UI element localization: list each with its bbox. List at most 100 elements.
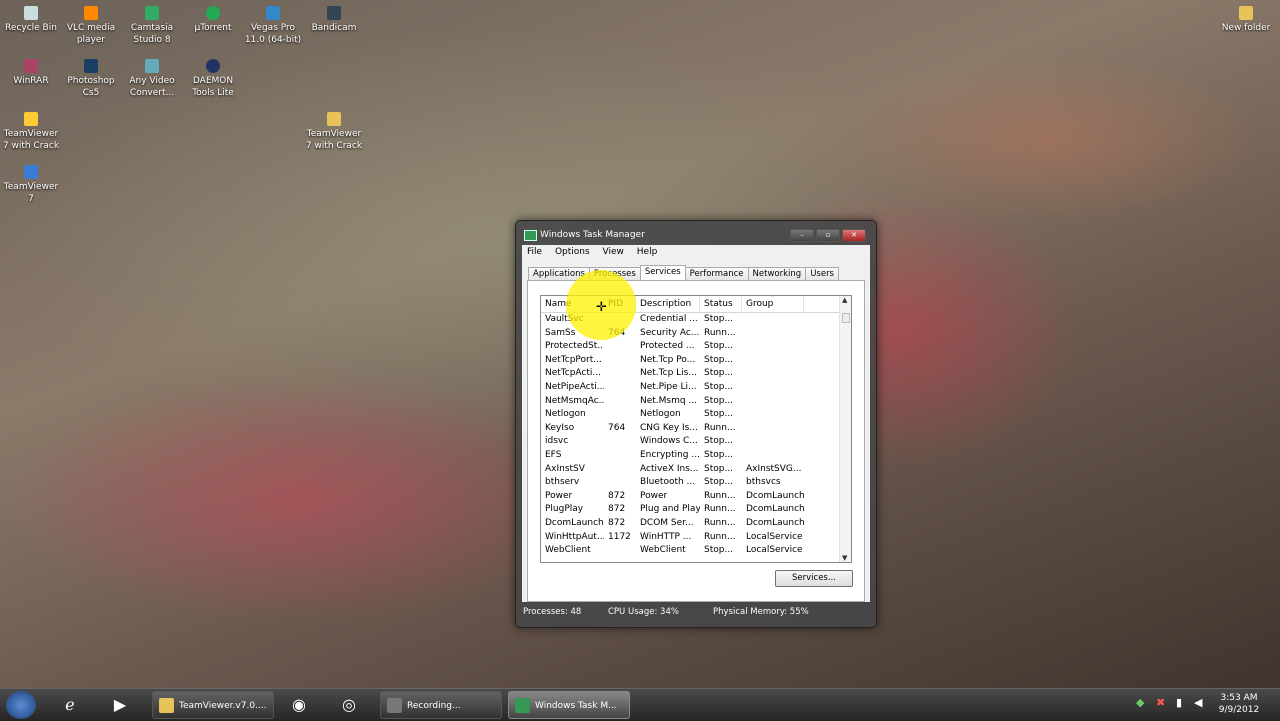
scroll-down-icon[interactable]: ▼: [842, 554, 847, 562]
menu-options[interactable]: Options: [550, 245, 595, 259]
task-manager-window: Windows Task Manager – ▫ ✕ File Options …: [515, 220, 877, 628]
menu-help[interactable]: Help: [632, 245, 663, 259]
cell-status: Stop...: [704, 436, 734, 447]
table-row[interactable]: WinHttpAut... 1172 WinHTTP ... Runn... Local…: [541, 531, 839, 545]
table-row[interactable]: AxInstSV ActiveX Ins... Stop... AxInstSVG..…: [541, 463, 839, 477]
media-player-icon[interactable]: ▶: [108, 694, 132, 716]
firefox-icon[interactable]: ◉: [287, 694, 311, 716]
desktop-icon-label: µTorrent: [194, 23, 232, 33]
desktop-icon-recycle-bin[interactable]: Recycle Bin: [0, 2, 62, 34]
table-row[interactable]: VaultSvc Credential ... Stop...: [541, 313, 839, 327]
tab-strip: Applications Processes Services Performance…: [528, 265, 839, 282]
desktop-icon-teamviewer-crack[interactable]: TeamViewer 7 with Crack: [0, 108, 62, 152]
taskbar-button-recording[interactable]: Recording...: [380, 691, 502, 719]
cell-description: Encrypting ...: [640, 449, 700, 460]
tray-volume-icon[interactable]: ◀: [1194, 696, 1202, 709]
cell-description: Security Ac...: [640, 327, 700, 338]
column-header-name[interactable]: Name: [541, 296, 604, 312]
tray-network-icon[interactable]: ▮: [1176, 696, 1182, 709]
table-row[interactable]: PlugPlay 872 Plug and Play Runn... DcomLaunc…: [541, 503, 839, 517]
desktop-icon-label: Vegas Pro 11.0 (64-bit): [244, 23, 302, 45]
clock[interactable]: 3:53 AM 9/9/2012: [1216, 692, 1262, 716]
cell-name: KeyIso: [545, 422, 575, 433]
table-row[interactable]: SamSs 764 Security Ac... Runn...: [541, 327, 839, 341]
menu-view[interactable]: View: [598, 245, 629, 259]
table-row[interactable]: NetTcpActi... Net.Tcp Lis... Stop...: [541, 367, 839, 381]
cell-status: Stop...: [704, 314, 734, 324]
desktop-icon-teamviewer[interactable]: TeamViewer 7: [0, 161, 62, 205]
cell-name: Netlogon: [545, 409, 586, 420]
table-row[interactable]: DcomLaunch 872 DCOM Ser... Runn... DcomLaunc…: [541, 517, 839, 531]
start-button[interactable]: [6, 691, 36, 719]
minimize-button[interactable]: –: [790, 229, 814, 242]
table-row[interactable]: ProtectedSt... Protected ... Stop...: [541, 340, 839, 354]
taskbar-button-task-manager[interactable]: Windows Task M...: [508, 691, 630, 719]
taskbar-button-teamviewer-folder[interactable]: TeamViewer.v7.0....: [152, 691, 274, 719]
cell-group: DcomLaunch: [746, 517, 804, 528]
services-list[interactable]: Name PID Description Status Group ˄ Vaul…: [540, 295, 852, 563]
desktop-icon-winrar[interactable]: WinRAR: [0, 55, 62, 87]
cell-status: Stop...: [704, 463, 734, 474]
column-header-pid[interactable]: PID: [604, 296, 636, 312]
close-button[interactable]: ✕: [842, 229, 866, 242]
menu-file[interactable]: File: [522, 245, 547, 259]
cell-name: PlugPlay: [545, 504, 584, 515]
cell-status: Stop...: [704, 449, 734, 460]
desktop-icon-video-converter[interactable]: Any Video Convert...: [121, 55, 183, 99]
title-bar[interactable]: Windows Task Manager – ▫ ✕: [522, 227, 870, 243]
desktop-icon-daemon-tools[interactable]: DAEMON Tools Lite: [182, 55, 244, 99]
cell-pid: 872: [608, 490, 626, 501]
scroll-up-icon[interactable]: ▲: [842, 296, 847, 304]
cell-status: Runn...: [704, 327, 736, 338]
cell-name: SamSs: [545, 327, 576, 338]
internet-explorer-icon[interactable]: ℯ: [58, 694, 82, 716]
cell-description: Net.Msmq ...: [640, 395, 698, 406]
winrar-icon: [24, 59, 38, 73]
table-row[interactable]: bthserv Bluetooth ... Stop... bthsvcs: [541, 476, 839, 490]
cell-name: DcomLaunch: [545, 517, 604, 528]
desktop-icon-teamviewer-folder[interactable]: TeamViewer 7 with Crack: [303, 108, 365, 152]
desktop-icon-utorrent[interactable]: µTorrent: [182, 2, 244, 34]
tray-antivirus-icon[interactable]: ✖: [1156, 696, 1165, 709]
camtasia-icon: [145, 6, 159, 20]
table-row[interactable]: KeyIso 764 CNG Key Is... Runn...: [541, 422, 839, 436]
table-row[interactable]: Netlogon Netlogon Stop...: [541, 408, 839, 422]
cell-status: Stop...: [704, 341, 734, 352]
services-rows: VaultSvc Credential ... Stop... SamSs 764 Sec…: [541, 313, 839, 558]
folder-icon: [1239, 6, 1253, 20]
chrome-icon[interactable]: ◎: [337, 694, 361, 716]
cell-pid: 764: [608, 422, 626, 433]
desktop-icon-new-folder[interactable]: New folder: [1215, 2, 1277, 34]
cell-status: Runn...: [704, 504, 736, 515]
tray-network-share-icon[interactable]: ◆: [1136, 696, 1144, 709]
table-row[interactable]: EFS Encrypting ... Stop...: [541, 449, 839, 463]
cell-name: idsvc: [545, 436, 569, 447]
table-row[interactable]: NetMsmqAc... Net.Msmq ... Stop...: [541, 395, 839, 409]
cell-group: DcomLaunch: [746, 490, 804, 501]
vertical-scrollbar[interactable]: ▲ ▼: [839, 296, 851, 562]
cell-description: Net.Tcp Po...: [640, 354, 696, 365]
cell-status: Stop...: [704, 477, 734, 488]
desktop-icon-label: TeamViewer 7 with Crack: [305, 129, 363, 151]
column-header-group[interactable]: Group ˄: [742, 296, 804, 312]
maximize-button[interactable]: ▫: [816, 229, 840, 242]
table-row[interactable]: Power 872 Power Runn... DcomLaunch: [541, 490, 839, 504]
services-button[interactable]: Services...: [775, 570, 853, 587]
table-row[interactable]: idsvc Windows C... Stop...: [541, 435, 839, 449]
desktop-icon-photoshop[interactable]: Photoshop Cs5: [60, 55, 122, 99]
cell-status: Runn...: [704, 517, 736, 528]
table-row[interactable]: NetPipeActi... Net.Pipe Li... Stop...: [541, 381, 839, 395]
cell-name: Power: [545, 490, 573, 501]
cell-pid: 872: [608, 504, 626, 515]
desktop-icon-vegas-pro[interactable]: Vegas Pro 11.0 (64-bit): [242, 2, 304, 46]
recycle-bin-icon: [24, 6, 38, 20]
desktop-icon-bandicam[interactable]: Bandicam: [303, 2, 365, 34]
column-header-status[interactable]: Status: [700, 296, 742, 312]
table-row[interactable]: NetTcpPort... Net.Tcp Po... Stop...: [541, 354, 839, 368]
desktop-icon-vlc[interactable]: VLC media player: [60, 2, 122, 46]
column-header-description[interactable]: Description: [636, 296, 700, 312]
desktop-icon-label: TeamViewer 7: [3, 182, 59, 204]
desktop-icon-camtasia[interactable]: Camtasia Studio 8: [121, 2, 183, 46]
table-row[interactable]: WebClient WebClient Stop... LocalService: [541, 544, 839, 558]
scroll-thumb[interactable]: [842, 313, 850, 323]
